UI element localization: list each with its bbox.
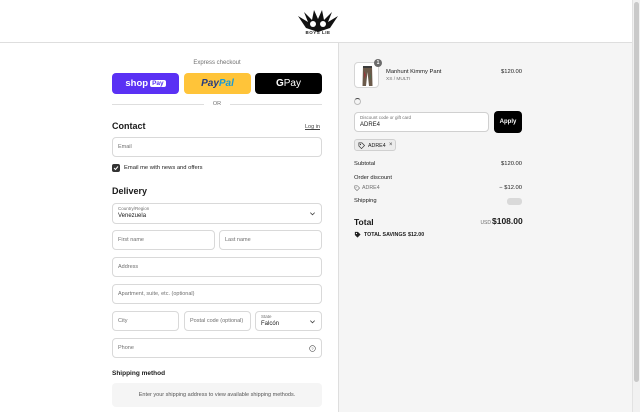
- shipping-method-heading: Shipping method: [112, 370, 166, 377]
- city-placeholder: City: [118, 318, 128, 324]
- applied-discount-chip: ADRE4 ×: [354, 139, 396, 151]
- state-select[interactable]: State Falcón: [255, 311, 322, 331]
- applied-discount-code: ADRE4: [368, 143, 386, 149]
- last-name-field[interactable]: Last name: [219, 230, 322, 250]
- order-discount-amount: − $12.00: [499, 185, 522, 191]
- subtotal-label: Subtotal: [354, 161, 376, 167]
- phone-field[interactable]: Phone ?: [112, 338, 322, 358]
- site-header: BOYS LIE: [0, 0, 632, 43]
- shipping-methods-placeholder: Enter your shipping address to view avai…: [112, 383, 322, 407]
- order-summary-panel: [338, 43, 632, 412]
- quantity-badge: 1: [374, 59, 382, 67]
- chevron-down-icon: [310, 212, 315, 216]
- login-link[interactable]: Log in: [305, 124, 320, 130]
- country-select[interactable]: Country/Region Venezuela: [112, 203, 322, 224]
- shipping-methods-message: Enter your shipping address to view avai…: [138, 392, 296, 398]
- page-scrollbar[interactable]: [632, 0, 640, 412]
- divider-left: [112, 104, 204, 105]
- total-currency: USD: [480, 220, 491, 226]
- postal-code-field[interactable]: Postal code (optional): [184, 311, 251, 331]
- shop-pay-badge: Pay: [150, 80, 166, 87]
- apartment-placeholder: Apartment, suite, etc. (optional): [118, 291, 195, 297]
- express-checkout-label: Express checkout: [193, 60, 241, 66]
- tag-icon: [354, 185, 360, 191]
- total-label: Total: [354, 217, 374, 227]
- phone-placeholder: Phone: [118, 345, 134, 351]
- svg-text:?: ?: [311, 346, 314, 351]
- help-icon[interactable]: ?: [309, 345, 316, 352]
- total-value: $108.00: [492, 216, 523, 226]
- shipping-value-placeholder: [507, 198, 522, 205]
- paypal-logo-pal: Pal: [218, 78, 234, 89]
- email-placeholder: Email: [118, 144, 132, 150]
- product-name: Manhunt Kimmy Pant: [386, 69, 442, 75]
- first-name-placeholder: First name: [118, 237, 144, 243]
- apply-button[interactable]: Apply: [494, 111, 522, 133]
- order-discount-code: ADRE4: [362, 185, 380, 191]
- delivery-heading: Delivery: [112, 186, 148, 196]
- apartment-field[interactable]: Apartment, suite, etc. (optional): [112, 284, 322, 304]
- city-field[interactable]: City: [112, 311, 179, 331]
- state-label: State: [261, 314, 272, 319]
- chevron-down-icon: [310, 320, 315, 324]
- product-variant: XS / MULTI: [386, 77, 411, 82]
- discount-code-field[interactable]: Discount code or gift card ADRE4: [354, 112, 489, 132]
- total-savings-value: $12.00: [408, 232, 425, 238]
- email-field[interactable]: Email: [112, 137, 322, 157]
- total-savings-label: TOTAL SAVINGS: [364, 232, 406, 238]
- loading-spinner-icon: [354, 98, 361, 105]
- paypal-button[interactable]: Pay Pal: [184, 73, 251, 94]
- google-pay-button[interactable]: G Pay: [255, 73, 322, 94]
- postal-code-placeholder: Postal code (optional): [190, 318, 244, 324]
- discount-code-value: ADRE4: [360, 122, 381, 128]
- discount-code-label: Discount code or gift card: [360, 115, 412, 120]
- address-placeholder: Address: [118, 264, 139, 270]
- contact-heading: Contact: [112, 121, 146, 131]
- product-price: $120.00: [501, 69, 522, 75]
- paypal-logo-pay: Pay: [201, 78, 219, 89]
- first-name-field[interactable]: First name: [112, 230, 215, 250]
- savings-tag-icon: [354, 231, 361, 238]
- logo-text: BOYS LIE: [305, 30, 331, 35]
- or-divider-text: OR: [212, 101, 222, 107]
- country-label: Country/Region: [118, 206, 150, 211]
- subtotal-value: $120.00: [501, 161, 522, 167]
- country-value: Venezuela: [118, 213, 147, 219]
- google-pay-text: Pay: [283, 78, 301, 89]
- shop-pay-button[interactable]: shop Pay: [112, 73, 179, 94]
- shipping-label: Shipping: [354, 198, 377, 204]
- address-field[interactable]: Address: [112, 257, 322, 277]
- remove-discount-close-icon[interactable]: ×: [389, 142, 393, 149]
- tag-icon: [358, 142, 365, 149]
- news-checkbox[interactable]: [112, 164, 120, 172]
- news-checkbox-label: Email me with news and offers: [124, 165, 203, 171]
- state-value: Falcón: [261, 321, 280, 327]
- scrollbar-thumb[interactable]: [634, 2, 639, 382]
- google-g-icon: G: [275, 78, 284, 89]
- order-discount-label: Order discount: [354, 175, 393, 181]
- last-name-placeholder: Last name: [225, 237, 251, 243]
- checkmark-icon: [113, 166, 119, 171]
- divider-right: [230, 104, 322, 105]
- shop-pay-logo-text: shop: [125, 78, 149, 89]
